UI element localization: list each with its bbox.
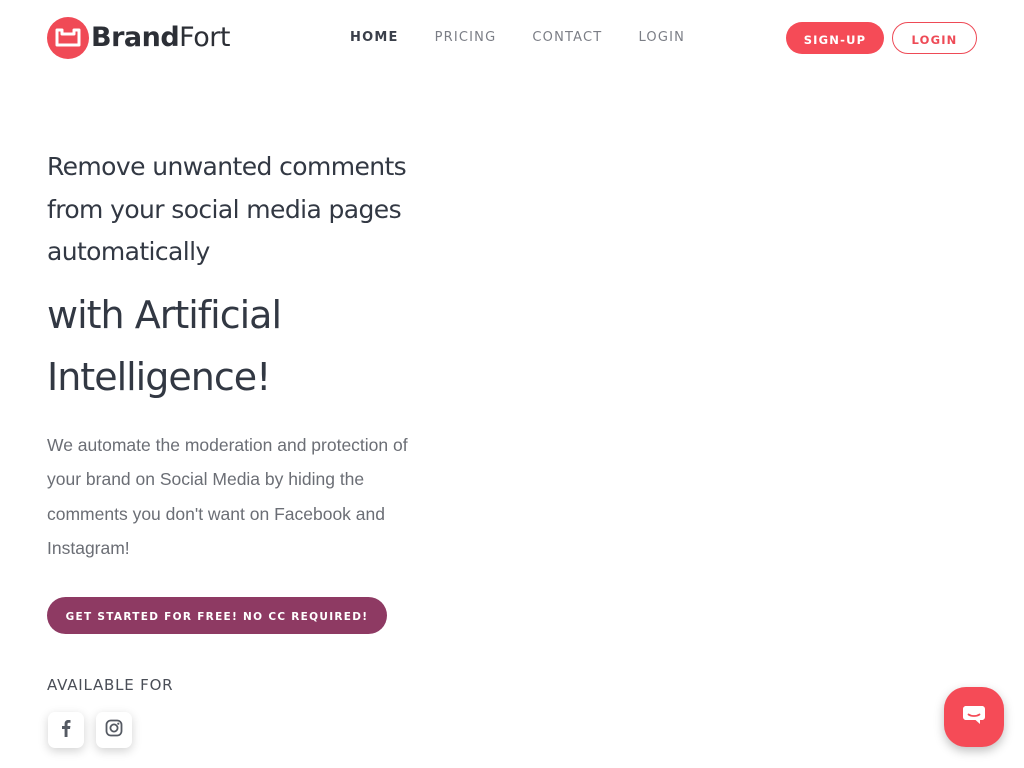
nav-item-home[interactable]: HOME: [350, 29, 399, 47]
instagram-icon: [105, 719, 123, 742]
brandfort-logo-icon: [47, 17, 89, 59]
instagram-button[interactable]: [96, 712, 132, 748]
login-button[interactable]: LOGIN: [892, 22, 977, 54]
chat-widget-button[interactable]: [944, 687, 1004, 747]
brandfort-logo[interactable]: BrandFort: [47, 17, 230, 59]
facebook-button[interactable]: [48, 712, 84, 748]
site-header: BrandFort HOME PRICING CONTACT LOGIN SIG…: [0, 0, 1024, 78]
facebook-icon: [61, 719, 71, 742]
available-for-label: AVAILABLE FOR: [47, 676, 174, 694]
nav-item-login[interactable]: LOGIN: [638, 29, 685, 47]
hero-section: Remove unwanted comments from your socia…: [47, 146, 427, 408]
nav-item-contact[interactable]: CONTACT: [532, 29, 602, 47]
signup-button[interactable]: SIGN-UP: [786, 22, 884, 54]
hero-description: We automate the moderation and protectio…: [47, 435, 408, 558]
get-started-button[interactable]: GET STARTED FOR FREE! NO CC REQUIRED!: [47, 597, 387, 634]
nav-item-pricing[interactable]: PRICING: [435, 29, 497, 47]
main-nav: HOME PRICING CONTACT LOGIN: [350, 29, 721, 47]
hero-title: with Artificial Intelligence!: [47, 292, 282, 399]
hero-subtitle: Remove unwanted comments from your socia…: [47, 152, 407, 266]
chat-bubble-icon: [962, 704, 986, 731]
brand-name: BrandFort: [91, 22, 230, 53]
